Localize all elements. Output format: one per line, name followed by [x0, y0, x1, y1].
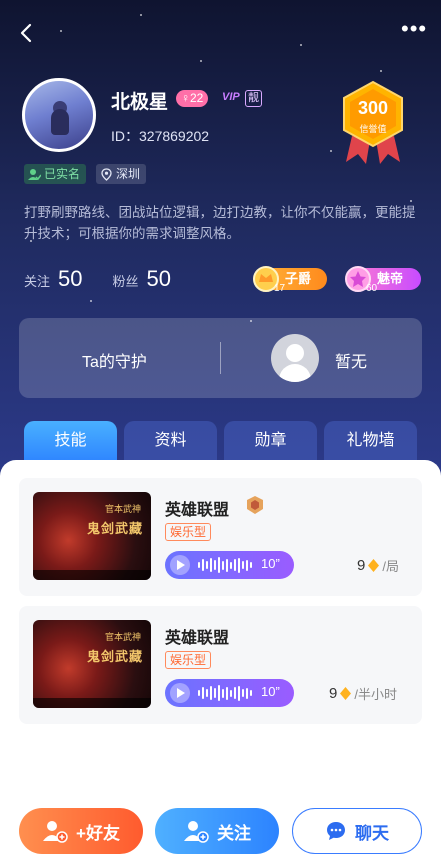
- price-unit: /局: [382, 559, 399, 574]
- rank-level: 17: [274, 283, 286, 294]
- guardian-divider: [220, 342, 221, 374]
- rank-label: 子爵: [285, 271, 312, 286]
- follow-button[interactable]: 关注: [155, 808, 279, 854]
- liang-badge: 靓: [245, 90, 262, 107]
- verified-tag: 已实名: [24, 164, 87, 184]
- credit-badge: 300 信誉值: [338, 80, 408, 166]
- follow-count[interactable]: 50: [58, 266, 82, 292]
- skill-price: 9 /半小时: [329, 684, 397, 703]
- tab-info[interactable]: 资料: [124, 421, 217, 461]
- price-value: 9: [357, 557, 366, 574]
- city-tag: 深圳: [96, 164, 147, 184]
- play-icon: [170, 555, 190, 575]
- follow-label: 关注: [217, 823, 251, 843]
- medal-icon: [247, 496, 263, 514]
- tab-gift-wall[interactable]: 礼物墙: [324, 421, 417, 461]
- guardian-empty-text: 暂无: [335, 354, 368, 371]
- profile-intro: 打野刷野路线、团战站位逻辑，边打边教，让你不仅能赢，更能提升技术；可根据你的需求…: [24, 205, 416, 241]
- avatar[interactable]: [22, 78, 96, 152]
- game-title: 英雄联盟: [165, 502, 230, 519]
- chat-label: 聊天: [355, 823, 389, 843]
- tab-skills[interactable]: 技能: [24, 421, 117, 461]
- rank-badge-charm[interactable]: 60 魅帝: [345, 266, 421, 294]
- voice-duration: 10”: [261, 684, 280, 699]
- voice-intro-player[interactable]: 10”: [165, 551, 294, 579]
- more-icon[interactable]: •••: [401, 18, 427, 44]
- fans-label: 粉丝: [112, 274, 139, 289]
- game-thumbnail: 官本武神 鬼剑武藏: [33, 492, 151, 580]
- waveform-icon: [198, 557, 256, 573]
- skill-price: 9 /局: [357, 556, 399, 575]
- city-label: 深圳: [116, 167, 141, 181]
- user-name: 北极星: [111, 92, 169, 113]
- stats-row: 关注 50 粉丝 50: [24, 266, 201, 296]
- charm-level: 60: [366, 283, 378, 294]
- game-title: 英雄联盟: [165, 630, 230, 647]
- guardian-avatar-placeholder: [271, 334, 319, 382]
- rank-badge-viscount[interactable]: 17 子爵: [253, 266, 327, 294]
- charm-label: 魅帝: [377, 271, 404, 286]
- add-friend-button[interactable]: +好友: [19, 808, 143, 854]
- credit-value: 300: [357, 98, 389, 118]
- follow-user-icon: [184, 821, 209, 843]
- top-bar: •••: [0, 18, 441, 48]
- location-icon: [101, 167, 112, 181]
- credit-label: 信誉值: [359, 124, 387, 134]
- back-icon[interactable]: [16, 22, 38, 44]
- skill-card[interactable]: 官本武神 鬼剑武藏 英雄联盟 娱乐型 10” 9 /半小时: [19, 606, 422, 724]
- chat-button[interactable]: 聊天: [292, 808, 422, 854]
- gender-age-badge: ♀22: [176, 90, 209, 107]
- guardian-panel[interactable]: Ta的守护 暂无: [19, 318, 422, 398]
- add-user-icon: [43, 821, 68, 843]
- fans-count[interactable]: 50: [147, 266, 171, 292]
- user-check-icon: [28, 168, 41, 180]
- skill-type-tag: 娱乐型: [165, 523, 212, 541]
- price-unit: /半小时: [354, 687, 397, 702]
- verified-label: 已实名: [44, 167, 81, 181]
- coin-icon: [340, 687, 352, 700]
- voice-intro-player[interactable]: 10”: [165, 679, 294, 707]
- chat-bubble-icon: [327, 822, 345, 840]
- skill-card[interactable]: 官本武神 鬼剑武藏 英雄联盟 娱乐型 10” 9 /局: [19, 478, 422, 596]
- user-id: ID：327869202: [111, 128, 210, 144]
- game-thumbnail: 官本武神 鬼剑武藏: [33, 620, 151, 708]
- play-icon: [170, 683, 190, 703]
- follow-label: 关注: [24, 274, 51, 289]
- add-friend-label: +好友: [76, 823, 120, 843]
- waveform-icon: [198, 685, 256, 701]
- profile-tabs: 技能 资料 勋章 礼物墙: [24, 421, 424, 461]
- price-value: 9: [329, 685, 338, 702]
- coin-icon: [368, 559, 380, 572]
- age-value: 22: [190, 91, 204, 105]
- voice-duration: 10”: [261, 556, 280, 571]
- tab-medals[interactable]: 勋章: [224, 421, 317, 461]
- guardian-title: Ta的守护: [82, 354, 147, 371]
- skill-type-tag: 娱乐型: [165, 651, 212, 669]
- vip-badge: VIP: [222, 91, 240, 103]
